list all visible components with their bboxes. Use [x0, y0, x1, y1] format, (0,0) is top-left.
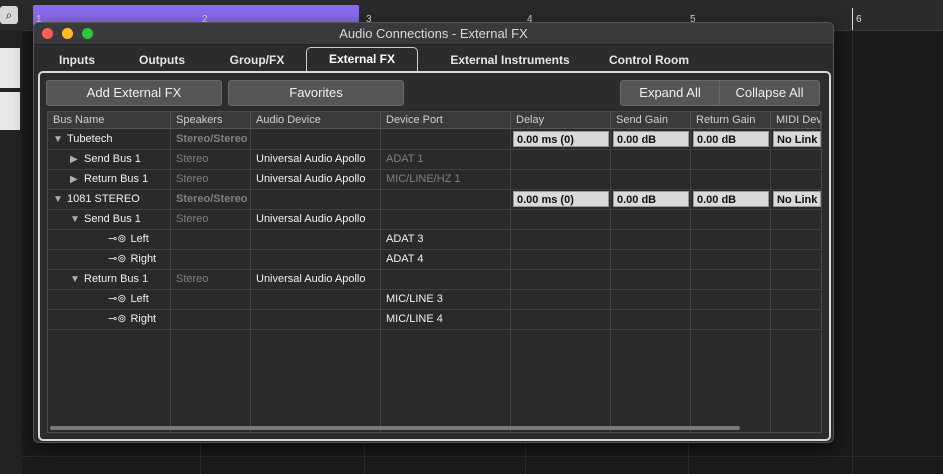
bus-name-cell: ▶ Send Bus 1 [48, 149, 170, 169]
bus-name-cell: ⊸⊚ Left [48, 289, 170, 309]
tab-inputs[interactable]: Inputs [46, 49, 108, 71]
device-port-cell[interactable]: MIC/LINE 4 [381, 309, 510, 329]
send-gain-field[interactable]: 0.00 dB [613, 131, 689, 147]
bus-name-cell: ▶ Return Bus 1 [48, 169, 170, 189]
search-icon[interactable]: ⌕ [0, 6, 18, 24]
device-port-cell[interactable]: ADAT 1 [381, 149, 510, 169]
send-gain-field[interactable]: 0.00 dB [613, 191, 689, 207]
ruler-number: 6 [856, 14, 862, 25]
audio-device-cell[interactable]: Universal Audio Apollo [251, 169, 380, 189]
table-row[interactable]: ▼ Tubetech Stereo/Stereo 0.00 ms (0) 0.00… [48, 129, 821, 150]
table-row[interactable]: ⊸⊚ Left ADAT 3 [48, 229, 821, 250]
audio-channel-icon: ⊸⊚ [108, 233, 127, 245]
tab-external-instruments[interactable]: External Instruments [430, 49, 590, 71]
tab-control-room[interactable]: Control Room [594, 49, 704, 71]
table-row[interactable]: ⊸⊚ Right MIC/LINE 4 [48, 309, 821, 330]
audio-device-cell[interactable]: Universal Audio Apollo [251, 149, 380, 169]
bus-name-cell: ▼ Tubetech [48, 129, 170, 149]
table-row[interactable]: ▼ 1081 STEREO Stereo/Stereo 0.00 ms (0) 0… [48, 189, 821, 210]
table-row[interactable]: ⊸⊚ Left MIC/LINE 3 [48, 289, 821, 310]
speakers-cell: Stereo [176, 173, 209, 185]
device-port-cell[interactable]: MIC/LINE/HZ 1 [381, 169, 510, 189]
speakers-cell: Stereo/Stereo [176, 133, 248, 145]
table-row[interactable]: ▼ Return Bus 1 Stereo Universal Audio Apo… [48, 269, 821, 290]
channel-name: Right [130, 253, 157, 265]
column-header-speakers[interactable]: Speakers [171, 112, 251, 128]
channel-name: Left [130, 293, 149, 305]
audio-channel-icon: ⊸⊚ [108, 253, 127, 265]
bus-name-cell: ▼ 1081 STEREO [48, 189, 170, 209]
device-port-cell[interactable]: MIC/LINE 3 [381, 289, 510, 309]
midi-device-field[interactable]: No Link [773, 191, 821, 207]
column-header-midi-device[interactable]: MIDI Dev [771, 112, 821, 128]
column-header-bus-name[interactable]: Bus Name [48, 112, 171, 128]
return-gain-field[interactable]: 0.00 dB [693, 131, 769, 147]
audio-connections-window: Audio Connections - External FX Inputs O… [33, 22, 834, 443]
tab-outputs[interactable]: Outputs [126, 49, 198, 71]
collapse-all-button[interactable]: Collapse All [719, 80, 820, 106]
delay-field[interactable]: 0.00 ms (0) [513, 191, 609, 207]
collapsed-triangle-icon[interactable]: ▶ [70, 150, 84, 169]
expanded-triangle-icon[interactable]: ▼ [70, 270, 84, 289]
column-header-return-gain[interactable]: Return Gain [691, 112, 771, 128]
bus-name-cell: ⊸⊚ Left [48, 229, 170, 249]
bus-name: Return Bus 1 [84, 173, 149, 185]
midi-device-field[interactable]: No Link [773, 131, 821, 147]
external-fx-panel: Add External FX Favorites Expand All Col… [38, 71, 831, 441]
expand-all-button[interactable]: Expand All [620, 80, 720, 106]
title-bar[interactable]: Audio Connections - External FX [34, 23, 833, 45]
tab-external-fx[interactable]: External FX [306, 47, 418, 72]
audio-channel-icon: ⊸⊚ [108, 313, 127, 325]
device-port-cell[interactable]: ADAT 3 [381, 229, 510, 249]
track-strip[interactable] [0, 48, 20, 88]
delay-field[interactable]: 0.00 ms (0) [513, 131, 609, 147]
column-header-delay[interactable]: Delay [511, 112, 611, 128]
column-header-audio-device[interactable]: Audio Device [251, 112, 381, 128]
bus-name: Send Bus 1 [84, 213, 141, 225]
audio-device-cell[interactable]: Universal Audio Apollo [251, 209, 380, 229]
table-row[interactable]: ⊸⊚ Right ADAT 4 [48, 249, 821, 270]
table-row[interactable]: ▶ Send Bus 1 Stereo Universal Audio Apoll… [48, 149, 821, 170]
table-row[interactable]: ▼ Send Bus 1 Stereo Universal Audio Apoll… [48, 209, 821, 230]
column-header-device-port[interactable]: Device Port [381, 112, 511, 128]
bar-marker [852, 8, 853, 30]
device-port-cell[interactable]: ADAT 4 [381, 249, 510, 269]
tab-group-fx[interactable]: Group/FX [218, 49, 296, 71]
audio-device-cell[interactable]: Universal Audio Apollo [251, 269, 380, 289]
favorites-button[interactable]: Favorites [228, 80, 404, 106]
speakers-cell: Stereo [176, 273, 209, 285]
track-strip[interactable] [0, 92, 20, 130]
channel-name: Right [130, 313, 157, 325]
window-title: Audio Connections - External FX [339, 26, 528, 41]
grid-line [852, 30, 853, 474]
grid-line [22, 456, 943, 457]
bus-name-cell: ⊸⊚ Right [48, 249, 170, 269]
speakers-cell: Stereo [176, 153, 209, 165]
expanded-triangle-icon[interactable]: ▼ [70, 210, 84, 229]
speakers-cell: Stereo/Stereo [176, 193, 248, 205]
bus-name-cell: ▼ Send Bus 1 [48, 209, 170, 229]
bus-name: 1081 STEREO [67, 193, 140, 205]
audio-channel-icon: ⊸⊚ [108, 293, 127, 305]
expanded-triangle-icon[interactable]: ▼ [53, 190, 67, 209]
table-header: Bus Name Speakers Audio Device Device Po… [48, 112, 821, 129]
table-row[interactable]: ▶ Return Bus 1 Stereo Universal Audio Apo… [48, 169, 821, 190]
bus-name-cell: ⊸⊚ Right [48, 309, 170, 329]
column-header-send-gain[interactable]: Send Gain [611, 112, 691, 128]
return-gain-field[interactable]: 0.00 dB [693, 191, 769, 207]
add-external-fx-button[interactable]: Add External FX [46, 80, 222, 106]
channel-name: Left [130, 233, 149, 245]
tab-bar: Inputs Outputs Group/FX External FX Exte… [34, 45, 833, 72]
bus-name: Send Bus 1 [84, 153, 141, 165]
expanded-triangle-icon[interactable]: ▼ [53, 130, 67, 149]
collapsed-triangle-icon[interactable]: ▶ [70, 170, 84, 189]
connections-table: Bus Name Speakers Audio Device Device Po… [47, 111, 822, 433]
speakers-cell: Stereo [176, 213, 209, 225]
bus-name: Return Bus 1 [84, 273, 149, 285]
horizontal-scrollbar[interactable] [50, 426, 740, 430]
bus-name: Tubetech [67, 133, 113, 145]
bus-name-cell: ▼ Return Bus 1 [48, 269, 170, 289]
